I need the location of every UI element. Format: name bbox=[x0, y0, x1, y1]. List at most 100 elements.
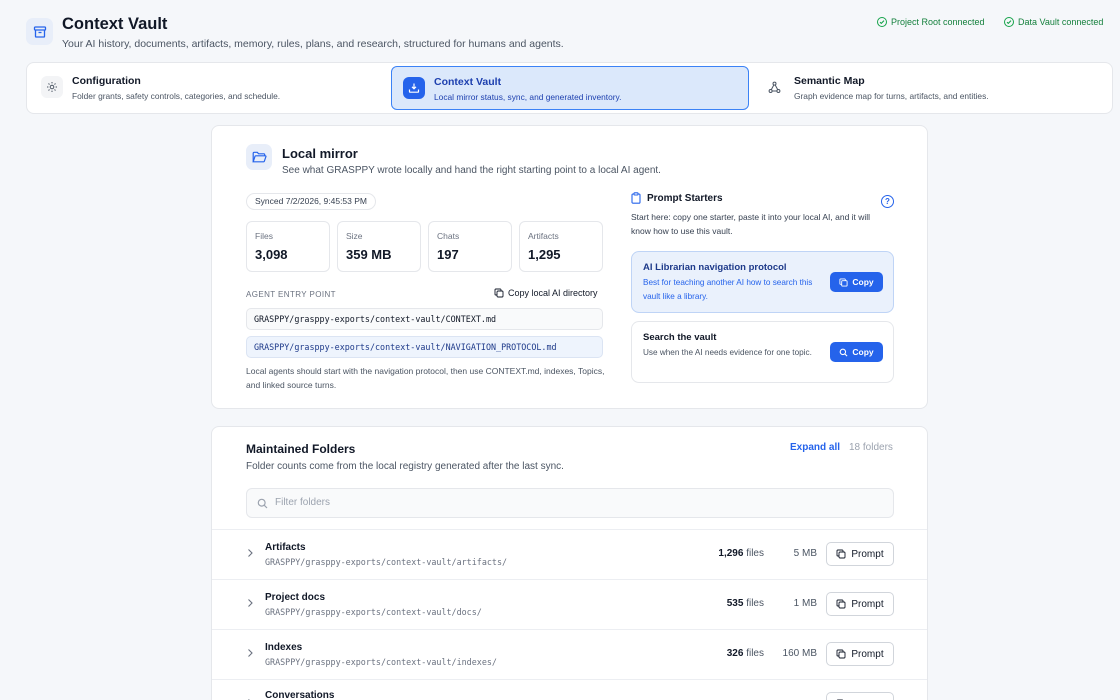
copy-directory-label: Copy local AI directory bbox=[508, 288, 598, 298]
stat-value: 3,098 bbox=[255, 247, 288, 262]
navigation-protocol-path[interactable]: GRASPPY/grasppy-exports/context-vault/NA… bbox=[246, 336, 603, 358]
copy-icon bbox=[836, 599, 846, 609]
folder-path: GRASPPY/grasppy-exports/context-vault/do… bbox=[265, 607, 482, 617]
prompt-button-label: Prompt bbox=[851, 648, 884, 660]
stat-artifacts: Artifacts 1,295 bbox=[519, 221, 603, 272]
tab-context-vault[interactable]: Context Vault Local mirror status, sync,… bbox=[391, 66, 749, 110]
stat-chats: Chats 197 bbox=[428, 221, 512, 272]
prompt-button[interactable]: Prompt bbox=[826, 692, 894, 700]
folder-files: 326 files bbox=[726, 648, 764, 659]
table-row[interactable]: Indexes GRASPPY/grasppy-exports/context-… bbox=[212, 629, 927, 679]
chevron-right-icon[interactable] bbox=[246, 598, 254, 608]
folder-path: GRASPPY/grasppy-exports/context-vault/in… bbox=[265, 657, 497, 667]
tab-semantic-map[interactable]: Semantic Map Graph evidence map for turn… bbox=[752, 66, 1110, 110]
status-data-vault: Data Vault connected bbox=[1004, 17, 1103, 27]
prompt-card-description: Best for teaching another AI how to sear… bbox=[643, 278, 813, 301]
prompt-button-label: Prompt bbox=[851, 598, 884, 610]
help-icon[interactable]: ? bbox=[881, 195, 894, 208]
page-title: Context Vault bbox=[62, 15, 168, 33]
folder-name: Conversations bbox=[265, 690, 335, 700]
stat-label: Artifacts bbox=[528, 231, 559, 241]
context-path[interactable]: GRASPPY/grasppy-exports/context-vault/CO… bbox=[246, 308, 603, 330]
prompt-button[interactable]: Prompt bbox=[826, 592, 894, 616]
local-mirror-card: Local mirror See what GRASPPY wrote loca… bbox=[211, 125, 928, 409]
table-row[interactable]: Conversations Prompt bbox=[212, 679, 927, 700]
copy-icon bbox=[494, 288, 504, 298]
check-circle-icon bbox=[1004, 17, 1014, 27]
prompt-card-description: Use when the AI needs evidence for one t… bbox=[643, 348, 812, 357]
prompt-button[interactable]: Prompt bbox=[826, 542, 894, 566]
copy-icon bbox=[839, 277, 848, 287]
copy-icon bbox=[836, 549, 846, 559]
archive-box-icon bbox=[26, 18, 53, 45]
download-icon bbox=[403, 77, 425, 99]
prompt-starters-description: Start here: copy one starter, paste it i… bbox=[631, 212, 871, 236]
card-title: Local mirror bbox=[282, 146, 358, 161]
graph-icon bbox=[763, 76, 785, 98]
status-label: Project Root connected bbox=[891, 17, 985, 27]
stat-value: 197 bbox=[437, 247, 459, 262]
status-label: Data Vault connected bbox=[1018, 17, 1104, 27]
copy-button-label: Copy bbox=[852, 277, 874, 287]
tab-title: Configuration bbox=[72, 75, 141, 87]
tab-title: Context Vault bbox=[434, 76, 502, 88]
copy-icon bbox=[836, 649, 846, 659]
copy-button-label: Copy bbox=[852, 347, 874, 357]
prompt-card-title: AI Librarian navigation protocol bbox=[643, 262, 787, 273]
folder-name: Artifacts bbox=[265, 542, 306, 553]
card-title: Maintained Folders bbox=[246, 442, 356, 456]
stat-label: Files bbox=[255, 231, 273, 241]
folder-count: 18 folders bbox=[849, 442, 893, 453]
prompt-card-title: Search the vault bbox=[643, 332, 717, 343]
copy-directory-button[interactable]: Copy local AI directory bbox=[494, 288, 598, 298]
expand-all-button[interactable]: Expand all bbox=[790, 442, 840, 453]
gear-icon bbox=[41, 76, 63, 98]
agent-entry-point-label: AGENT ENTRY POINT bbox=[246, 290, 336, 299]
card-subtitle: Folder counts come from the local regist… bbox=[246, 461, 564, 472]
filter-placeholder: Filter folders bbox=[275, 497, 331, 508]
check-circle-icon bbox=[877, 17, 887, 27]
folder-size: 1 MB bbox=[793, 598, 817, 609]
page-subtitle: Your AI history, documents, artifacts, m… bbox=[62, 38, 564, 50]
copy-search-button[interactable]: Copy bbox=[830, 342, 883, 362]
folder-files: 1,296 files bbox=[718, 548, 764, 559]
synced-badge: Synced 7/2/2026, 9:45:53 PM bbox=[246, 193, 376, 210]
prompt-starters-title: Prompt Starters bbox=[647, 192, 723, 204]
folder-name: Project docs bbox=[265, 592, 326, 603]
stat-label: Size bbox=[346, 231, 363, 241]
stat-value: 359 MB bbox=[346, 247, 392, 262]
folder-open-icon bbox=[246, 144, 272, 170]
stat-size: Size 359 MB bbox=[337, 221, 421, 272]
prompt-starters-header: Prompt Starters bbox=[631, 192, 723, 204]
stat-files: Files 3,098 bbox=[246, 221, 330, 272]
chevron-right-icon[interactable] bbox=[246, 648, 254, 658]
folder-path: GRASPPY/grasppy-exports/context-vault/ar… bbox=[265, 557, 508, 567]
chevron-right-icon[interactable] bbox=[246, 548, 254, 558]
folder-size: 5 MB bbox=[793, 548, 817, 559]
stat-label: Chats bbox=[437, 231, 460, 241]
search-icon bbox=[840, 348, 848, 356]
table-row[interactable]: Project docs GRASPPY/grasppy-exports/con… bbox=[212, 579, 927, 629]
prompt-button-label: Prompt bbox=[851, 548, 884, 560]
clipboard-icon bbox=[631, 192, 641, 204]
filter-input[interactable]: Filter folders bbox=[246, 488, 894, 518]
stat-value: 1,295 bbox=[528, 247, 561, 262]
search-icon bbox=[257, 498, 268, 509]
folder-files: 535 files bbox=[726, 598, 764, 609]
folder-name: Indexes bbox=[265, 642, 303, 653]
prompt-card-search: Search the vault Use when the AI needs e… bbox=[631, 321, 894, 383]
prompt-button[interactable]: Prompt bbox=[826, 642, 894, 666]
table-row[interactable]: Artifacts GRASPPY/grasppy-exports/contex… bbox=[212, 529, 927, 579]
agent-note: Local agents should start with the navig… bbox=[246, 366, 605, 390]
maintained-folders-card: Maintained Folders Folder counts come fr… bbox=[211, 426, 928, 700]
tab-description: Folder grants, safety controls, categori… bbox=[72, 91, 281, 101]
folder-size: 160 MB bbox=[782, 648, 817, 659]
tab-description: Graph evidence map for turns, artifacts,… bbox=[794, 91, 989, 101]
tab-title: Semantic Map bbox=[794, 75, 865, 87]
app-header: Context Vault Your AI history, documents… bbox=[26, 14, 1112, 54]
prompt-card-librarian: AI Librarian navigation protocol Best fo… bbox=[631, 251, 894, 313]
tab-configuration[interactable]: Configuration Folder grants, safety cont… bbox=[30, 66, 382, 110]
copy-button[interactable]: Copy bbox=[830, 272, 883, 292]
tab-bar: Configuration Folder grants, safety cont… bbox=[26, 62, 1113, 114]
card-subtitle: See what GRASPPY wrote locally and hand … bbox=[282, 165, 661, 176]
